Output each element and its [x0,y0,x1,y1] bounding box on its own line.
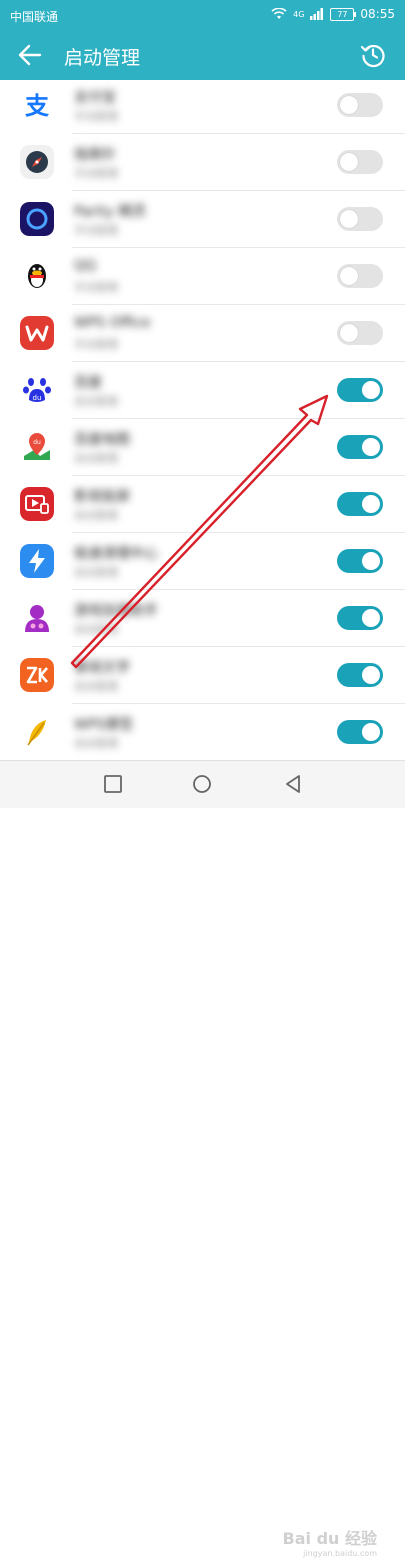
toggle-knob [362,723,380,741]
startup-toggle[interactable] [337,663,383,687]
signal-icon [310,8,324,20]
list-item: WPS便签 自动管理 [0,704,405,760]
carrier-label: 中国联通 [10,10,59,24]
toggle-knob [362,666,380,684]
app-bar: 启动管理 [0,30,405,80]
app-subtitle: 手动管理 [74,224,118,237]
list-item: 影视投屏 自动管理 [0,476,405,533]
battery-icon: 77 [330,7,357,21]
toggle-knob [362,381,380,399]
app-subtitle: 自动管理 [74,566,118,579]
compass-icon [20,145,54,179]
list-item: 掌阅文学 自动管理 [0,647,405,704]
zk-app-icon [20,658,54,692]
video-cast-icon [20,487,54,521]
toggle-knob [362,438,380,456]
ring-app-icon [20,202,54,236]
toggle-knob [340,267,358,285]
list-item: 支 支付宝 手动管理 [0,80,405,134]
startup-toggle[interactable] [337,492,383,516]
toggle-knob [340,153,358,171]
startup-toggle[interactable] [337,264,383,288]
list-item: 游戏加速助手 自动管理 [0,590,405,647]
app-subtitle: 自动管理 [74,623,118,636]
startup-toggle[interactable] [337,435,383,459]
startup-toggle[interactable] [337,207,383,231]
list-item: du 百度地图 自动管理 [0,419,405,476]
feather-icon [20,715,54,749]
app-name: 影视投屏 [74,489,130,505]
home-circle-icon[interactable] [191,773,213,795]
svg-text:du: du [33,439,41,446]
list-item: du 百度 自动管理 [0,362,405,419]
watermark: Bai du 经验 jingyan.baidu.com [283,1525,377,1558]
app-name: QQ [74,258,97,274]
avatar-app-icon [20,601,54,635]
toggle-knob [340,210,358,228]
wps-icon [20,316,54,350]
alipay-icon: 支 [20,88,54,122]
app-subtitle: 手动管理 [74,338,118,351]
app-subtitle: 手动管理 [74,110,118,123]
app-name: WPS Office [74,315,151,331]
baidu-paw-icon: du [20,373,54,407]
startup-toggle[interactable] [337,549,383,573]
history-clock-icon[interactable] [359,41,387,69]
toggle-knob [340,324,358,342]
startup-toggle[interactable] [337,720,383,744]
signal-text: 4G [293,9,305,19]
watermark-text: Bai du 经验 [282,1529,377,1548]
app-name: Parity 精灵 [74,204,147,220]
toggle-knob [362,495,380,513]
app-name: 指南针 [74,147,116,163]
app-subtitle: 自动管理 [74,395,118,408]
app-subtitle: 自动管理 [74,737,118,750]
page-title: 启动管理 [64,47,141,69]
app-name: 掌阅文学 [74,660,130,676]
status-bar: 中国联通 4G 77 08:55 [0,0,405,30]
list-item: 极速清理中心 自动管理 [0,533,405,590]
lightning-icon [20,544,54,578]
app-subtitle: 手动管理 [74,281,118,294]
system-nav-bar: Bai du 经验 jingyan.baidu.com [0,760,405,1558]
startup-toggle[interactable] [337,378,383,402]
startup-toggle[interactable] [337,93,383,117]
wifi-icon [271,8,287,19]
app-name: 支付宝 [74,90,116,106]
app-subtitle: 手动管理 [74,167,118,180]
startup-app-list: 支 支付宝 手动管理 指南针 手动管理 Parity 精灵 手动管理 QQ 手动… [0,80,405,760]
app-name: 游戏加速助手 [74,603,158,619]
app-name: 百度 [74,375,102,391]
status-icons: 4G 77 08:55 [271,7,395,21]
app-name: WPS便签 [74,717,134,733]
startup-toggle[interactable] [337,606,383,630]
app-name: 百度地图 [74,432,130,448]
list-item: WPS Office 手动管理 [0,305,405,362]
app-subtitle: 自动管理 [74,509,118,522]
svg-text:支: 支 [25,92,50,120]
baidu-map-icon: du [20,430,54,464]
list-item: 指南针 手动管理 [0,134,405,191]
back-arrow-icon[interactable] [16,41,44,69]
startup-toggle[interactable] [337,150,383,174]
toggle-knob [340,96,358,114]
back-triangle-icon[interactable] [282,773,304,795]
recents-square-icon[interactable] [102,773,124,795]
svg-text:du: du [33,394,42,402]
toggle-knob [362,552,380,570]
watermark-sub: jingyan.baidu.com [303,1549,377,1558]
startup-toggle[interactable] [337,321,383,345]
toggle-knob [362,609,380,627]
clock: 08:55 [360,7,395,21]
app-name: 极速清理中心 [74,546,158,562]
app-subtitle: 自动管理 [74,452,118,465]
list-item: QQ 手动管理 [0,248,405,305]
qq-penguin-icon [20,259,54,293]
app-subtitle: 自动管理 [74,680,118,693]
list-item: Parity 精灵 手动管理 [0,191,405,248]
